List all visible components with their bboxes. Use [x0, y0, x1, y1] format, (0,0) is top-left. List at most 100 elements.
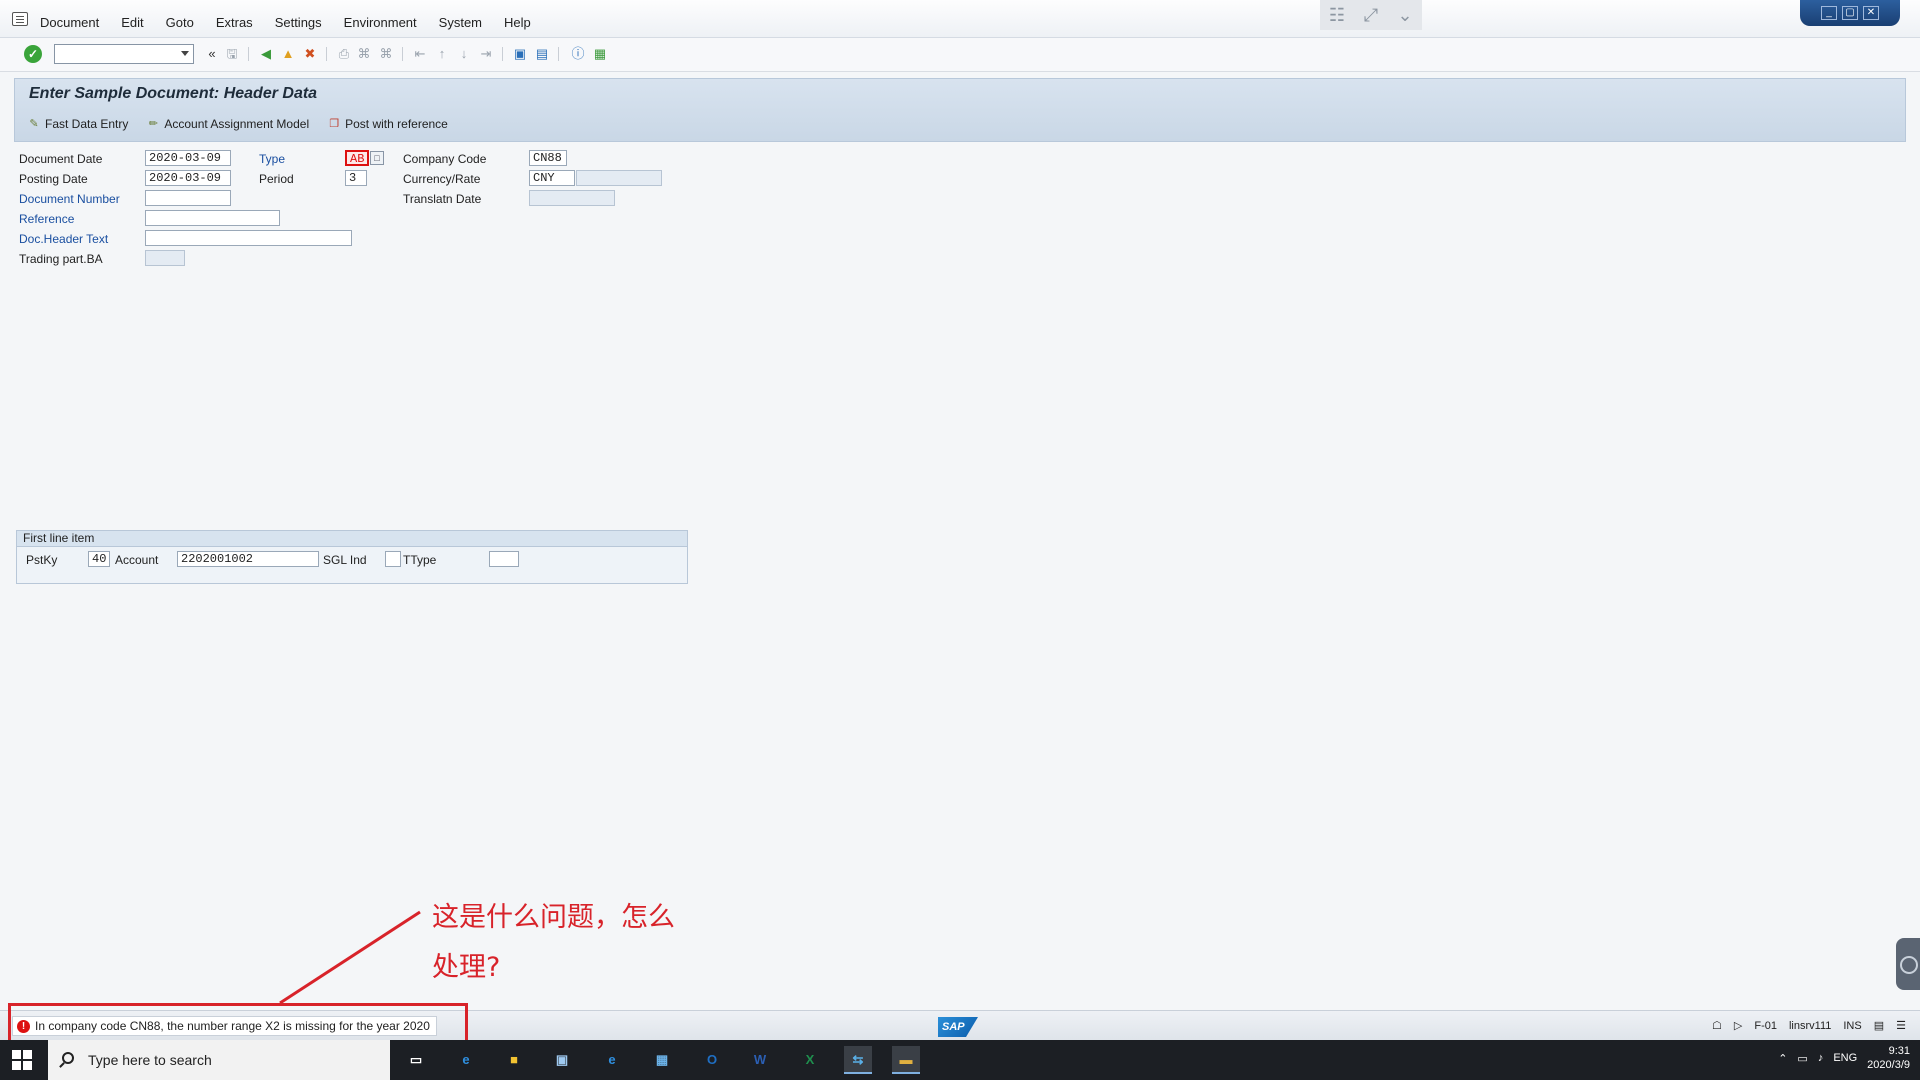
close-button[interactable]: ✕ [1863, 6, 1879, 20]
first-line-item-group: First line item PstKy 40 Account 2202001… [16, 530, 688, 584]
side-panel-handle[interactable] [1896, 938, 1920, 990]
posting-date-field[interactable]: 2020-03-09 [145, 170, 231, 186]
ttype-field[interactable] [489, 551, 519, 567]
volume-icon[interactable]: ♪ [1818, 1052, 1824, 1064]
document-date-field[interactable]: 2020-03-09 [145, 150, 231, 166]
taskbar-search[interactable]: Type here to search [48, 1040, 390, 1080]
toolbar-separator [558, 47, 559, 61]
trading-part-ba-field[interactable] [145, 250, 185, 266]
pstky-field[interactable]: 40 [88, 551, 110, 567]
menu-list-icon[interactable] [12, 12, 28, 26]
find-next-icon[interactable]: ⌘ [378, 46, 394, 62]
cancel-icon[interactable]: ✖ [302, 46, 318, 62]
menu-help[interactable]: Help [504, 15, 531, 30]
reference-field[interactable] [145, 210, 280, 226]
teamviewer-icon[interactable]: ⇆ [844, 1046, 872, 1074]
trading-part-ba-label: Trading part.BA [19, 252, 103, 266]
document-number-field[interactable] [145, 190, 231, 206]
menu-bar: Document Edit Goto Extras Settings Envir… [0, 0, 1920, 38]
exit-icon[interactable]: ▲ [280, 46, 296, 62]
toolbar-separator [326, 47, 327, 61]
menu-goto[interactable]: Goto [166, 15, 194, 30]
unlock-icon[interactable]: ☰ [1896, 1019, 1906, 1032]
transaction-code[interactable]: F-01 [1754, 1020, 1777, 1032]
annotation-line-2: 处理? [432, 952, 501, 983]
sgl-ind-field[interactable] [385, 551, 401, 567]
save-icon[interactable]: 🖫 [224, 46, 240, 62]
type-field[interactable]: AB [345, 150, 369, 166]
language-indicator[interactable]: ENG [1833, 1052, 1857, 1064]
clock-time: 9:31 [1888, 1045, 1910, 1057]
sap-monitor-icon[interactable]: ▤ [1874, 1019, 1884, 1032]
menu-environment[interactable]: Environment [344, 15, 417, 30]
currency-rate-label: Currency/Rate [403, 172, 481, 186]
fullscreen-icon[interactable]: ⤢ [1360, 4, 1382, 26]
restore-button[interactable]: ▢ [1842, 6, 1858, 20]
outlook-icon[interactable]: O [698, 1046, 726, 1074]
network-icon[interactable]: ▭ [1797, 1052, 1807, 1065]
post-with-reference-button[interactable]: ❐ Post with reference [327, 117, 448, 131]
menu-settings[interactable]: Settings [275, 15, 322, 30]
menu-system[interactable]: System [439, 15, 482, 30]
posting-date-label: Posting Date [19, 172, 88, 186]
layout-icon[interactable]: ▦ [592, 46, 608, 62]
reference-label: Reference [19, 212, 75, 226]
title-panel: Enter Sample Document: Header Data ✎ Fas… [14, 78, 1906, 142]
company-code-field[interactable]: CN88 [529, 150, 567, 166]
menu-document[interactable]: Document [40, 15, 99, 30]
account-assignment-model-button[interactable]: ✏ Account Assignment Model [146, 117, 309, 131]
doc-header-text-field[interactable] [145, 230, 352, 246]
enter-button[interactable]: ✓ [24, 45, 42, 63]
last-page-icon[interactable]: ⇥ [478, 46, 494, 62]
search-placeholder: Type here to search [88, 1052, 212, 1068]
fast-data-entry-button[interactable]: ✎ Fast Data Entry [27, 117, 128, 131]
translatn-date-field[interactable] [529, 190, 615, 206]
toolbar-separator [248, 47, 249, 61]
pstky-label: PstKy [26, 553, 58, 567]
dropdown-arrow-icon[interactable] [181, 51, 189, 56]
back-icon[interactable]: ◀ [258, 46, 274, 62]
new-session-icon[interactable]: ▣ [512, 46, 528, 62]
find-icon[interactable]: ⌘ [356, 46, 372, 62]
command-field[interactable] [54, 44, 194, 64]
exchange-rate-field[interactable] [576, 170, 662, 186]
sap-logon-icon[interactable]: ▦ [648, 1046, 676, 1074]
currency-field[interactable]: CNY [529, 170, 575, 186]
sap-gui-icon[interactable]: ▬ [892, 1046, 920, 1074]
ttype-label: TType [403, 553, 437, 567]
toolbar-separator [502, 47, 503, 61]
excel-icon[interactable]: X [796, 1046, 824, 1074]
value-help-icon[interactable]: □ [370, 151, 384, 165]
next-page-icon[interactable]: ↓ [456, 46, 472, 62]
shortcut-icon[interactable]: ▤ [534, 46, 550, 62]
menu-extras[interactable]: Extras [216, 15, 253, 30]
previous-page-icon[interactable]: ↑ [434, 46, 450, 62]
clock[interactable]: 9:31 2020/3/9 [1867, 1044, 1910, 1072]
document-icon: ❐ [329, 118, 340, 130]
windows-start-icon[interactable] [12, 1050, 32, 1070]
word-icon[interactable]: W [746, 1046, 774, 1074]
internet-explorer-icon[interactable]: e [598, 1046, 626, 1074]
document-number-label: Document Number [19, 192, 120, 206]
tray-chevron-icon[interactable]: ⌃ [1778, 1052, 1787, 1065]
chevron-down-icon[interactable]: ⌄ [1394, 4, 1416, 26]
application-toolbar: ✎ Fast Data Entry ✏ Account Assignment M… [27, 117, 466, 131]
period-field[interactable]: 3 [345, 170, 367, 186]
translatn-date-label: Translatn Date [403, 192, 482, 206]
menu-items: Document Edit Goto Extras Settings Envir… [40, 15, 553, 30]
input-mode[interactable]: INS [1843, 1020, 1861, 1032]
file-explorer-icon[interactable]: ■ [500, 1046, 528, 1074]
minimize-button[interactable]: _ [1821, 6, 1837, 20]
task-view-icon[interactable]: ▭ [402, 1046, 430, 1074]
first-page-icon[interactable]: ⇤ [412, 46, 428, 62]
help-icon[interactable]: ⓘ [570, 46, 586, 62]
collapse-icon[interactable]: « [204, 46, 220, 62]
menu-edit[interactable]: Edit [121, 15, 143, 30]
grid-icon[interactable]: ☷ [1326, 4, 1348, 26]
play-icon[interactable]: ▷ [1734, 1019, 1742, 1032]
edge-icon[interactable]: e [452, 1046, 480, 1074]
lock-icon[interactable]: ☖ [1712, 1019, 1722, 1032]
account-field[interactable]: 2202001002 [177, 551, 319, 567]
print-icon[interactable]: ⎙ [336, 46, 352, 62]
store-icon[interactable]: ▣ [548, 1046, 576, 1074]
